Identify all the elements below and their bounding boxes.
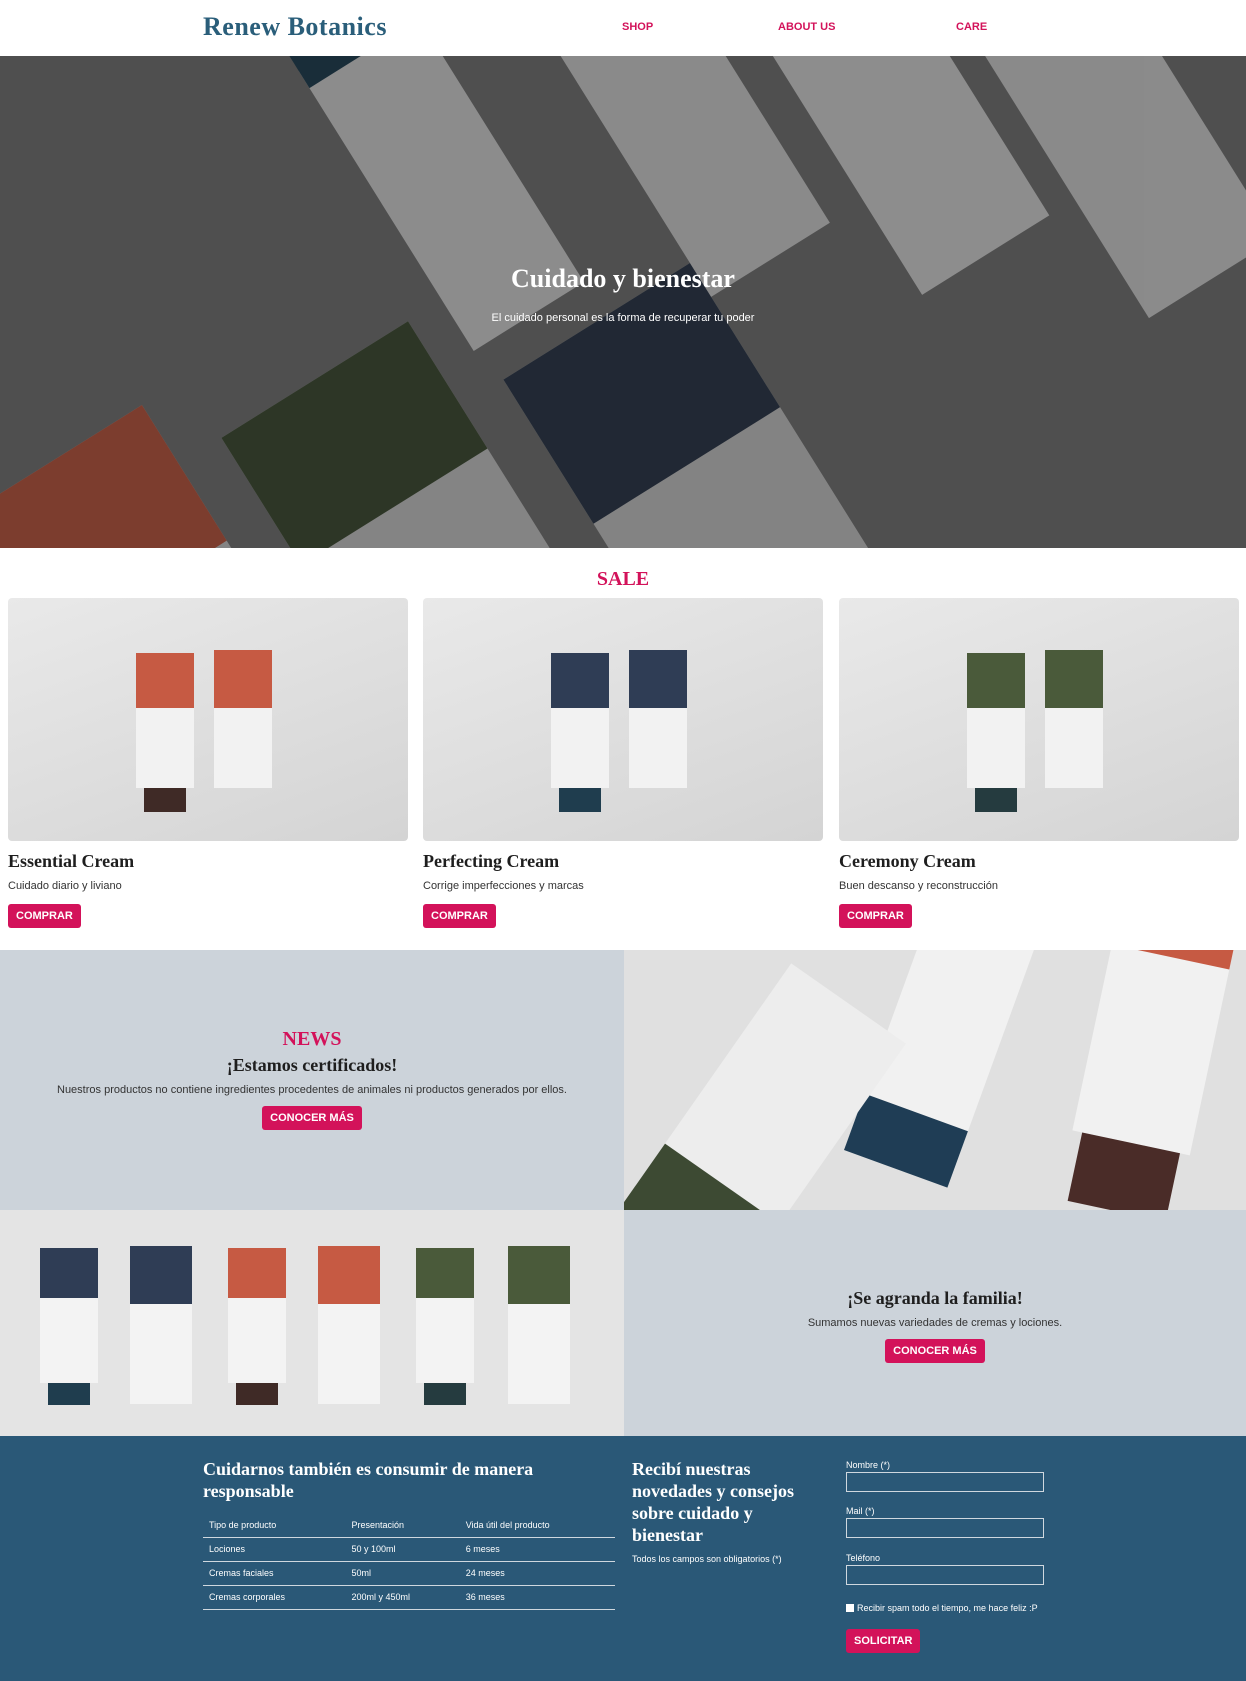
spam-checkbox[interactable] (846, 1604, 854, 1612)
brand-logo[interactable]: Renew Botanics (203, 12, 387, 42)
shelf-life-table: Tipo de producto Presentación Vida útil … (203, 1513, 615, 1610)
news-title: ¡Estamos certificados! (226, 1055, 398, 1075)
site-header: Renew Botanics SHOP ABOUT US CARE (0, 0, 1246, 56)
product-image[interactable] (839, 598, 1239, 841)
news-text: Nuestros productos no contiene ingredien… (57, 1084, 567, 1096)
required-note: Todos los campos son obligatorios (*) (632, 1554, 782, 1564)
table-row: Cremas corporales 200ml y 450ml 36 meses (203, 1585, 615, 1610)
product-image[interactable] (8, 598, 408, 841)
name-field[interactable] (846, 1472, 1044, 1492)
phone-field[interactable] (846, 1565, 1044, 1585)
product-card-ceremony: Ceremony Cream Buen descanso y reconstru… (839, 598, 1239, 928)
family-title: ¡Se agranda la familia! (847, 1288, 1023, 1308)
product-name: Essential Cream (8, 851, 135, 871)
newsletter-title: Recibí nuestras novedades y consejos sob… (632, 1459, 795, 1545)
hero-subtitle: El cuidado personal es la forma de recup… (491, 312, 755, 324)
submit-button[interactable]: SOLICITAR (846, 1629, 921, 1653)
table-cell: 200ml y 450ml (345, 1585, 460, 1610)
family-image (0, 1210, 624, 1436)
table-cell: 36 meses (459, 1585, 615, 1610)
spam-checkbox-row[interactable]: Recibir spam todo el tiempo, me hace fel… (846, 1603, 1038, 1613)
hero-banner: Cuidado y bienestar El cuidado personal … (0, 56, 1246, 548)
news-more-button[interactable]: CONOCER MÁS (262, 1106, 362, 1130)
hero-product-collage (0, 56, 1246, 548)
table-cell: 50 y 100ml (345, 1537, 460, 1562)
table-row: Lociones 50 y 100ml 6 meses (203, 1537, 615, 1562)
table-cell: 6 meses (459, 1537, 615, 1562)
table-header-cell: Presentación (345, 1513, 460, 1538)
footer-title: Cuidarnos también es consumir de manera … (203, 1459, 534, 1501)
nav-about-us[interactable]: ABOUT US (778, 21, 835, 33)
table-header-row: Tipo de producto Presentación Vida útil … (203, 1513, 615, 1538)
name-label: Nombre (*) (846, 1460, 891, 1470)
mail-label: Mail (*) (846, 1506, 875, 1516)
product-image[interactable] (423, 598, 823, 841)
spam-checkbox-label: Recibir spam todo el tiempo, me hace fel… (857, 1603, 1038, 1613)
news-kicker: NEWS (282, 1028, 342, 1050)
product-description: Corrige imperfecciones y marcas (423, 880, 584, 892)
product-name: Perfecting Cream (423, 851, 560, 871)
phone-label: Teléfono (846, 1553, 881, 1563)
buy-button[interactable]: COMPRAR (423, 904, 496, 928)
table-cell: Cremas faciales (203, 1561, 346, 1586)
hero-title: Cuidado y bienestar (511, 264, 735, 293)
product-description: Buen descanso y reconstrucción (839, 880, 998, 892)
product-card-perfecting: Perfecting Cream Corrige imperfecciones … (423, 598, 823, 928)
table-cell: 24 meses (459, 1561, 615, 1586)
table-header-cell: Tipo de producto (203, 1513, 346, 1538)
nav-shop[interactable]: SHOP (622, 21, 653, 33)
product-description: Cuidado diario y liviano (8, 880, 122, 892)
family-section: ¡Se agranda la familia! Sumamos nuevas v… (624, 1210, 1246, 1436)
buy-button[interactable]: COMPRAR (839, 904, 912, 928)
table-row: Cremas faciales 50ml 24 meses (203, 1561, 615, 1586)
buy-button[interactable]: COMPRAR (8, 904, 81, 928)
table-cell: Cremas corporales (203, 1585, 346, 1610)
news-image (624, 950, 1246, 1210)
sale-title: SALE (596, 568, 650, 590)
news-section: NEWS ¡Estamos certificados! Nuestros pro… (0, 950, 624, 1210)
email-field[interactable] (846, 1518, 1044, 1538)
family-more-button[interactable]: CONOCER MÁS (885, 1339, 985, 1363)
site-footer: Cuidarnos también es consumir de manera … (0, 1436, 1246, 1681)
product-name: Ceremony Cream (839, 851, 976, 871)
table-cell: Lociones (203, 1537, 346, 1562)
product-card-essential: Essential Cream Cuidado diario y liviano… (8, 598, 408, 928)
table-cell: 50ml (345, 1561, 460, 1586)
family-text: Sumamos nuevas variedades de cremas y lo… (807, 1317, 1063, 1329)
table-header-cell: Vida útil del producto (459, 1513, 615, 1538)
nav-care[interactable]: CARE (956, 21, 987, 33)
